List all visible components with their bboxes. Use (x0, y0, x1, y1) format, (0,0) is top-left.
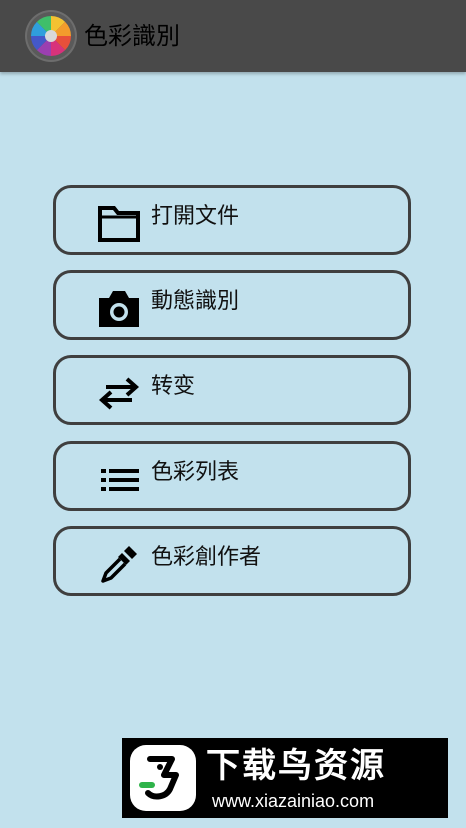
folder-icon (98, 206, 140, 242)
camera-icon (99, 291, 139, 327)
live-detect-label: 動態識別 (151, 289, 240, 314)
convert-label: 转变 (151, 374, 196, 399)
bird-logo-icon (130, 745, 196, 811)
convert-button[interactable]: 转变 (53, 355, 411, 425)
live-detect-button[interactable]: 動態識別 (53, 270, 411, 340)
watermark-url: www.xiazainiao.com (212, 791, 375, 811)
color-list-button[interactable]: 色彩列表 (53, 441, 411, 511)
watermark-title: 下载鸟资源 (206, 746, 386, 786)
app-bar: 色彩識別 (0, 0, 466, 72)
color-wheel-icon (25, 10, 77, 62)
open-file-label: 打開文件 (151, 204, 240, 229)
color-list-label: 色彩列表 (151, 460, 240, 485)
app-title: 色彩識別 (84, 22, 180, 50)
color-creator-label: 色彩創作者 (151, 545, 262, 570)
open-file-button[interactable]: 打開文件 (53, 185, 411, 255)
swap-arrows-icon (98, 377, 140, 410)
list-icon (101, 469, 139, 491)
watermark-banner: 下载鸟资源 www.xiazainiao.com (122, 738, 448, 818)
eyedropper-icon (101, 546, 137, 583)
color-creator-button[interactable]: 色彩創作者 (53, 526, 411, 596)
